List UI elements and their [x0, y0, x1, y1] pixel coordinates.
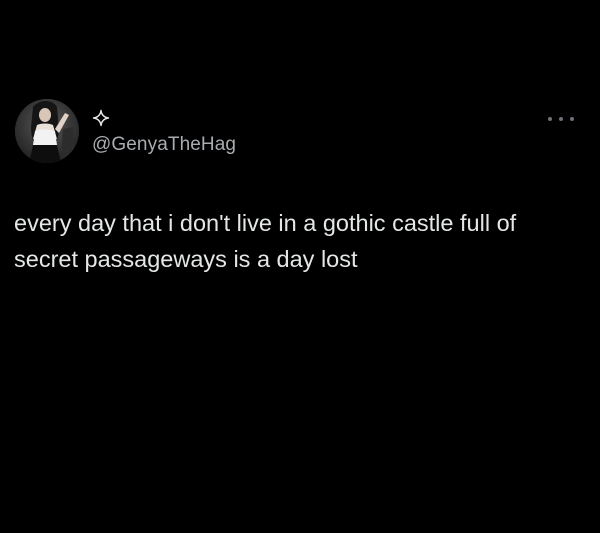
display-name[interactable]	[92, 106, 110, 130]
user-handle[interactable]: @GenyaTheHag	[92, 134, 236, 156]
tweet-text: every day that i don't live in a gothic …	[14, 210, 517, 272]
sparkle-icon	[92, 109, 110, 127]
more-options-icon[interactable]	[548, 112, 574, 126]
avatar[interactable]	[15, 99, 79, 163]
tweet-card: @GenyaTheHag every day that i don't live…	[0, 0, 600, 533]
more-dot	[548, 117, 552, 121]
more-dot	[559, 117, 563, 121]
more-dot	[570, 117, 574, 121]
avatar-image	[15, 99, 79, 163]
